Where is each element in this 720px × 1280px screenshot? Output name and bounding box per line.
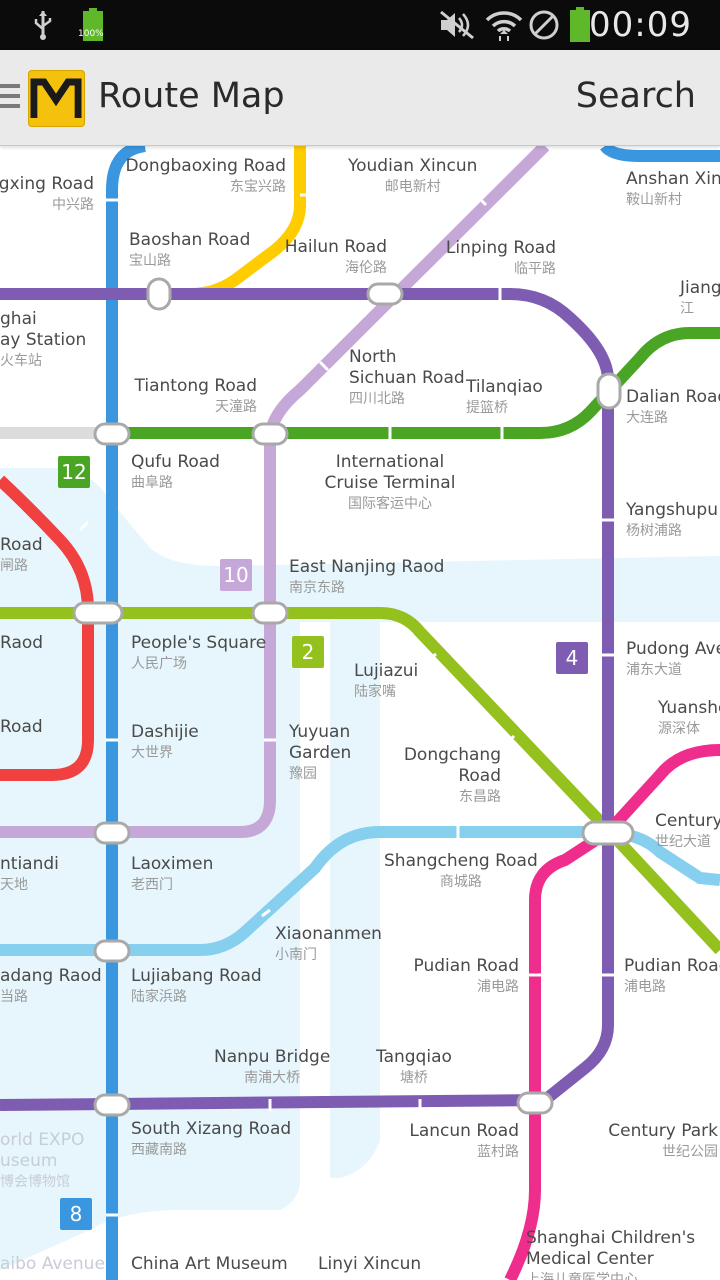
station-youdian[interactable]: Youdian Xincun 邮电新村 <box>348 156 477 197</box>
station-dalian[interactable]: Dalian Road 大连路 <box>626 387 720 428</box>
station-nanpu[interactable]: Nanpu Bridge 南浦大桥 <box>214 1047 330 1088</box>
line-badge-8[interactable]: 8 <box>60 1198 92 1230</box>
blocked-icon <box>526 8 562 42</box>
menu-icon[interactable] <box>0 84 20 112</box>
mute-icon <box>436 8 478 42</box>
route-lines <box>0 146 720 1280</box>
station-lancun[interactable]: Lancun Road 蓝村路 <box>409 1121 519 1162</box>
station-tiantong[interactable]: Tiantong Road 天潼路 <box>135 376 257 417</box>
app-logo[interactable] <box>28 70 85 127</box>
station-north_sichuan[interactable]: North Sichuan Road 四川北路 <box>349 347 465 409</box>
station-linyi[interactable]: Linyi Xincun <box>318 1254 421 1275</box>
station-dongbaoxing[interactable]: Dongbaoxing Road 东宝兴路 <box>125 156 286 197</box>
station-baoshan[interactable]: Baoshan Road 宝山路 <box>129 230 250 271</box>
line-8-top <box>600 146 720 162</box>
station-dongchang[interactable]: Dongchang Road 东昌路 <box>404 745 501 807</box>
app-bar: Route Map Search <box>0 50 720 146</box>
station-yuanshen[interactable]: Yuanshe源深体 <box>658 698 720 739</box>
station-zhaibo[interactable]: aibo Avenue <box>0 1254 105 1275</box>
station-children[interactable]: Shanghai Children's Medical Center 上海儿童医学… <box>526 1228 695 1280</box>
station-dashijie[interactable]: Dashijie 大世界 <box>131 722 199 763</box>
station-jiang[interactable]: Jiang 江 <box>680 278 720 319</box>
line-badge-12[interactable]: 12 <box>58 456 90 488</box>
clock: 00:09 <box>589 5 692 45</box>
station-expo[interactable]: orld EXPO useum 博会博物馆 <box>0 1130 84 1192</box>
station-linping[interactable]: Linping Road 临平路 <box>446 238 556 279</box>
metro-map[interactable]: 12 10 2 4 8 ngxing Road中兴路 Dongbaoxing R… <box>0 146 720 1280</box>
station-china_art[interactable]: China Art Museum <box>131 1254 288 1275</box>
station-century_ave[interactable]: Century 世纪大道 <box>655 811 720 852</box>
station-peoples_square[interactable]: People's Square 人民广场 <box>131 633 266 674</box>
station-xintiandi[interactable]: ntiandi 天地 <box>0 854 59 895</box>
station-tangqiao[interactable]: Tangqiao 塘桥 <box>376 1047 452 1088</box>
station-road_left1[interactable]: Road 闸路 <box>0 535 43 576</box>
page-title: Route Map <box>98 76 285 116</box>
search-button[interactable]: Search <box>576 76 696 116</box>
line-badge-2[interactable]: 2 <box>292 636 324 668</box>
station-zhongxing[interactable]: ngxing Road中兴路 <box>0 174 94 215</box>
station-laoximen[interactable]: Laoximen 老西门 <box>131 854 213 895</box>
station-pudong_ave[interactable]: Pudong Ave 浦东大道 <box>626 639 720 680</box>
station-east_nanjing[interactable]: East Nanjing Raod 南京东路 <box>289 557 444 598</box>
station-lujiazui[interactable]: Lujiazui 陆家嘴 <box>354 661 418 702</box>
station-shangcheng[interactable]: Shangcheng Road 商城路 <box>384 851 538 892</box>
station-shanghai_rw[interactable]: ghai ay Station 火车站 <box>0 309 86 371</box>
station-raod_left[interactable]: Raod <box>0 633 43 654</box>
station-cruise[interactable]: International Cruise Terminal 国际客运中心 <box>322 452 458 514</box>
wifi-icon <box>484 8 524 42</box>
usb-icon <box>30 8 56 42</box>
station-lujiabang[interactable]: Lujiabang Road 陆家浜路 <box>131 966 262 1007</box>
station-yuyuan[interactable]: Yuyuan Garden 豫园 <box>289 722 351 784</box>
line-badge-4[interactable]: 4 <box>556 642 588 674</box>
status-bar: 100% 00:09 <box>0 0 720 50</box>
line-badge-10[interactable]: 10 <box>220 559 252 591</box>
station-anshan[interactable]: Anshan Xinc鞍山新村 <box>626 169 720 210</box>
station-yangshupu[interactable]: Yangshupu 杨树浦路 <box>626 500 718 541</box>
station-south_xizang[interactable]: South Xizang Road 西藏南路 <box>131 1119 291 1160</box>
station-century_park[interactable]: Century Park 世纪公园 <box>608 1121 718 1162</box>
battery-percent: 100% <box>78 29 104 39</box>
station-madang[interactable]: adang Raod 当路 <box>0 966 102 1007</box>
station-qufu[interactable]: Qufu Road 曲阜路 <box>131 452 220 493</box>
station-pudian_e[interactable]: Pudian Road 浦电路 <box>624 956 720 997</box>
station-pudian_w[interactable]: Pudian Road 浦电路 <box>414 956 520 997</box>
station-xiaonanmen[interactable]: Xiaonanmen 小南门 <box>275 924 382 965</box>
station-tilanqiao[interactable]: Tilanqiao 提篮桥 <box>466 377 543 418</box>
station-road_left2[interactable]: Road <box>0 717 43 738</box>
station-hailun[interactable]: Hailun Road 海伦路 <box>285 237 387 278</box>
